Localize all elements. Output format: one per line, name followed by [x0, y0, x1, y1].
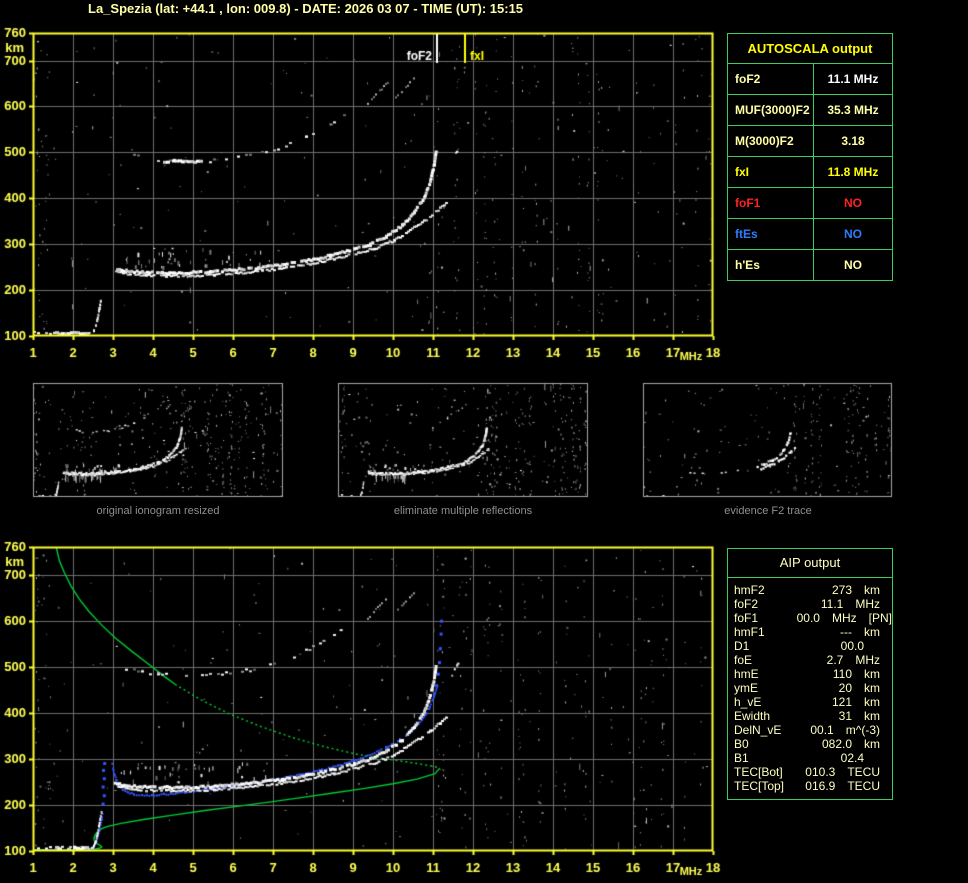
autoscala-row: fxI 11.8 MHz	[728, 157, 892, 188]
thumbnail-original-ionogram	[33, 383, 283, 497]
thumbnail-evidence-f2-trace	[643, 383, 892, 497]
autoscala-param-label: h'Es	[728, 250, 814, 280]
autoscala-param-label: M(3000)F2	[728, 126, 814, 156]
aip-row: TEC[Bot] 010.3 TECU	[728, 765, 892, 779]
aip-row: foF2 11.1 MHz	[728, 597, 892, 611]
aip-row: B0 082.0 km	[728, 737, 892, 751]
aip-value: 016.9	[805, 779, 836, 793]
aip-row: hmF2 273 km	[728, 583, 892, 597]
autoscala-param-value: 35.3 MHz	[827, 103, 879, 117]
aip-label: B1	[734, 751, 749, 765]
autoscala-param-value: NO	[844, 196, 862, 210]
aip-unit: MHz	[855, 597, 880, 611]
aip-row: foE 2.7 MHz	[728, 653, 892, 667]
aip-value: ---	[840, 625, 852, 639]
top-ionogram-plot	[33, 33, 713, 336]
aip-unit: km	[864, 695, 880, 709]
aip-row: D1 00.0	[728, 639, 892, 653]
aip-label: foF1	[734, 611, 759, 625]
aip-value: 2.7	[826, 653, 844, 667]
aip-label: hmE	[734, 667, 759, 681]
autoscala-param-label: foF2	[728, 64, 814, 94]
autoscala-row: ftEs NO	[728, 219, 892, 250]
aip-label: TEC[Top]	[734, 779, 785, 793]
autoscala-table-title: AUTOSCALA output	[728, 34, 892, 64]
aip-value: 00.0	[840, 639, 864, 653]
aip-label: TEC[Bot]	[734, 765, 783, 779]
aip-extra: [PN]	[868, 611, 892, 625]
aip-value: 110	[832, 667, 852, 681]
aip-row: DelN_vE 00.1 m^(-3)	[728, 723, 892, 737]
aip-label: B0	[734, 737, 749, 751]
autoscala-param-value: NO	[844, 227, 862, 241]
autoscala-param-label: foF1	[728, 188, 814, 218]
aip-row: ymE 20 km	[728, 681, 892, 695]
autoscala-row: foF2 11.1 MHz	[728, 64, 892, 95]
aip-label: DelN_vE	[734, 723, 782, 737]
aip-value: 02.4	[840, 751, 864, 765]
autoscala-param-value: 11.1 MHz	[827, 72, 879, 86]
aip-value: 00.1	[810, 723, 834, 737]
autoscala-row: MUF(3000)F2 35.3 MHz	[728, 95, 892, 126]
thumb2-caption: eliminate multiple reflections	[393, 505, 533, 517]
aip-label: foF2	[734, 597, 759, 611]
autoscala-row: M(3000)F2 3.18	[728, 126, 892, 157]
aip-label: foE	[734, 653, 753, 667]
aip-unit: km	[864, 681, 880, 695]
thumb3-caption: evidence F2 trace	[724, 505, 812, 517]
aip-table-title: AIP output	[728, 549, 892, 578]
autoscala-param-label: ftEs	[728, 219, 814, 249]
autoscala-param-value: NO	[844, 258, 862, 272]
aip-label: ymE	[734, 681, 758, 695]
aip-unit: km	[864, 583, 880, 597]
aip-unit: km	[864, 625, 880, 639]
page-title: La_Spezia (lat: +44.1 , lon: 009.8) - DA…	[88, 1, 524, 16]
aip-label: D1	[734, 639, 750, 653]
autoscala-window: La_Spezia (lat: +44.1 , lon: 009.8) - DA…	[0, 0, 968, 883]
aip-label: hmF1	[734, 625, 765, 639]
aip-row: Ewidth 31 km	[728, 709, 892, 723]
aip-row: hmE 110 km	[728, 667, 892, 681]
aip-unit: MHz	[855, 653, 880, 667]
bottom-profile-plot	[33, 547, 713, 851]
autoscala-row: foF1 NO	[728, 188, 892, 219]
aip-value: 273	[831, 583, 852, 597]
autoscala-output-table: AUTOSCALA output foF2 11.1 MHz MUF(3000)F2…	[727, 33, 893, 281]
aip-row: foF1 00.0 MHz [PN]	[728, 611, 892, 625]
aip-unit: TECU	[847, 765, 880, 779]
aip-row: h_vE 121 km	[728, 695, 892, 709]
aip-label: hmF2	[734, 583, 765, 597]
aip-value: 121	[831, 695, 852, 709]
aip-label: Ewidth	[734, 709, 771, 723]
aip-value: 20	[838, 681, 852, 695]
aip-label: h_vE	[734, 695, 762, 709]
thumbnail-eliminate-reflections	[338, 383, 588, 497]
aip-value: 31	[838, 709, 852, 723]
autoscala-param-value: 3.18	[841, 134, 865, 148]
aip-value: 082.0	[821, 737, 852, 751]
aip-unit: km	[864, 737, 880, 751]
aip-row: B1 02.4	[728, 751, 892, 765]
aip-value: 00.0	[796, 611, 820, 625]
aip-unit: km	[864, 709, 880, 723]
aip-row: TEC[Top] 016.9 TECU	[728, 779, 892, 793]
thumb1-caption: original ionogram resized	[96, 505, 220, 517]
aip-value: 11.1	[820, 597, 844, 611]
autoscala-param-label: fxI	[728, 157, 814, 187]
aip-unit: km	[864, 667, 880, 681]
aip-unit: m^(-3)	[845, 723, 880, 737]
aip-unit: MHz	[831, 611, 857, 625]
aip-row: hmF1 --- km	[728, 625, 892, 639]
autoscala-param-value: 11.8 MHz	[827, 165, 879, 179]
aip-output-table: AIP output hmF2 273 km foF2 11.1 MHz foF1 00.0 M…	[727, 548, 893, 800]
aip-value: 010.3	[805, 765, 836, 779]
aip-unit: TECU	[847, 779, 880, 793]
autoscala-param-label: MUF(3000)F2	[728, 95, 814, 125]
autoscala-row: h'Es NO	[728, 250, 892, 280]
